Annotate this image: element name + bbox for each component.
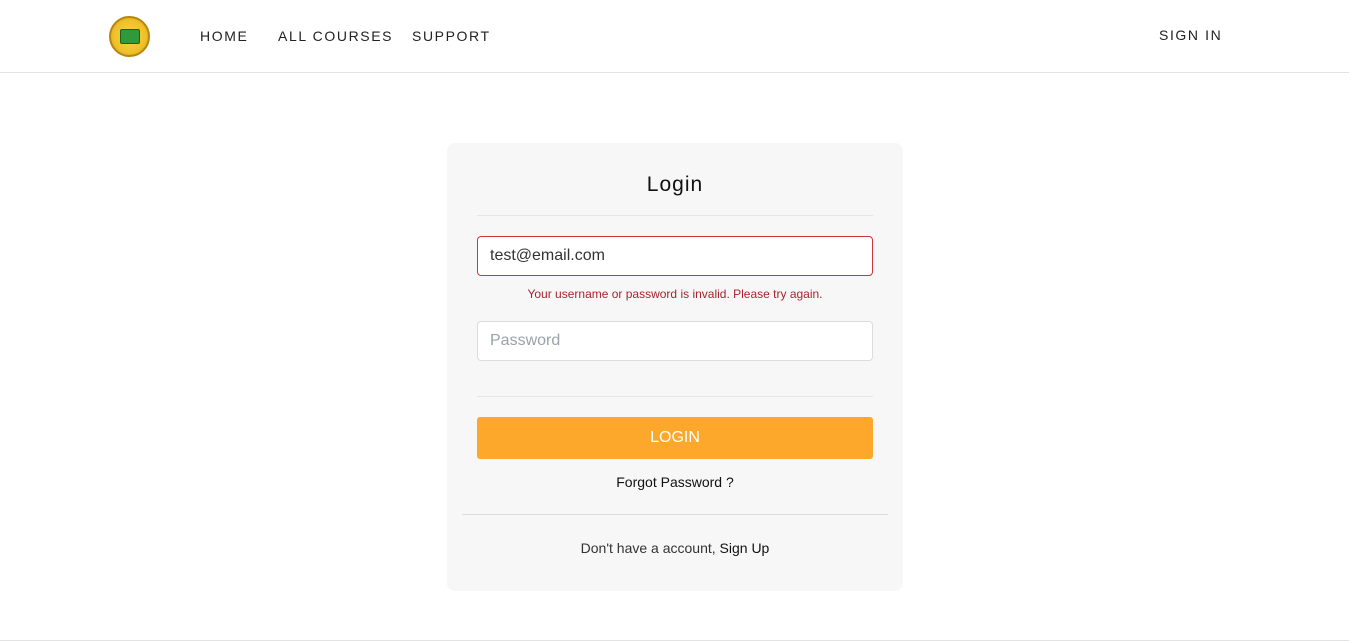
- no-account-text: Don't have a account,: [580, 540, 716, 556]
- forgot-password-link[interactable]: Forgot Password ?: [447, 474, 903, 490]
- signup-prompt: Don't have a account, Sign Up: [447, 540, 903, 556]
- divider: [462, 514, 888, 515]
- site-logo[interactable]: [109, 16, 150, 57]
- divider: [477, 396, 873, 397]
- password-field[interactable]: [477, 321, 873, 361]
- login-error-message: Your username or password is invalid. Pl…: [527, 287, 823, 301]
- nav-all-courses-link[interactable]: ALL COURSES: [278, 28, 393, 44]
- nav-sign-in-link[interactable]: SIGN IN: [1159, 27, 1222, 43]
- login-card: Login Your username or password is inval…: [447, 143, 903, 591]
- sign-up-link[interactable]: Sign Up: [720, 540, 770, 556]
- nav-support-link[interactable]: SUPPORT: [412, 28, 491, 44]
- footer-divider: [0, 640, 1349, 641]
- divider: [477, 215, 873, 216]
- login-button[interactable]: LOGIN: [477, 417, 873, 459]
- nav-home-link[interactable]: HOME: [200, 28, 248, 44]
- logo-emblem-icon: [119, 29, 140, 44]
- top-navbar: HOME ALL COURSES SUPPORT SIGN IN: [0, 0, 1349, 73]
- page-scrollbar[interactable]: [1349, 0, 1366, 643]
- login-title: Login: [646, 173, 704, 196]
- email-field[interactable]: [477, 236, 873, 276]
